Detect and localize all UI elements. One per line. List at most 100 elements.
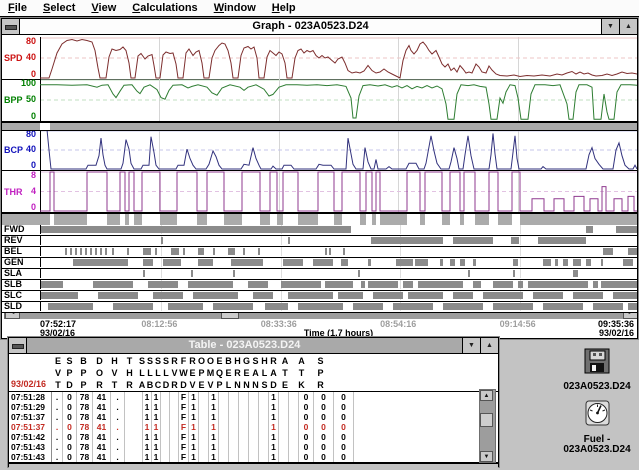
fuel-gauge-icon [583, 400, 611, 432]
maximize-icon[interactable]: ▲ [619, 19, 637, 34]
row-cell: 78 [77, 432, 93, 442]
row-time: 07:51:37 [9, 412, 52, 422]
menu-bar: File Select View Calculations Window Help [0, 0, 639, 18]
row-cell: 41 [93, 432, 111, 442]
row-cell [279, 432, 289, 442]
row-cell [229, 452, 239, 462]
table-row[interactable]: 07:51:37. 0 78 41. 1 1 F 1 1 1 0 0 0 [9, 422, 498, 432]
row-cell: 41 [93, 392, 111, 402]
row-cell [219, 402, 229, 412]
track-label: SPD [4, 53, 23, 63]
row-cell: F [179, 422, 189, 432]
digital-row-sla: SLA [2, 269, 637, 280]
column-header-hrn: HRN [234, 356, 241, 390]
row-cell [170, 442, 179, 452]
row-cell [125, 412, 143, 422]
row-cell: 0 [299, 432, 314, 442]
minimize-icon[interactable]: ▼ [601, 19, 619, 34]
table-row[interactable]: 07:51:37. 0 78 41. 1 1 F 1 1 1 0 0 0 [9, 412, 498, 422]
row-cell: 1 [269, 452, 279, 462]
row-cell: 1 [209, 402, 219, 412]
menu-item-file[interactable]: File [0, 2, 35, 14]
row-cell [249, 452, 259, 462]
row-cell [229, 402, 239, 412]
row-cell: 0 [334, 412, 354, 422]
table-row[interactable]: 07:51:28. 0 78 41. 1 1 F 1 1 1 0 0 0 [9, 392, 498, 402]
row-cell: 1 [209, 442, 219, 452]
table-header-date: 93/02/16 [11, 379, 47, 389]
row-cell [219, 412, 229, 422]
icon-fuel-file[interactable]: Fuel - 023A0523.D24 [557, 400, 637, 455]
row-cell [259, 392, 269, 402]
digital-row-slb: SLB [2, 280, 637, 291]
row-cell: F [179, 412, 189, 422]
menu-item-help[interactable]: Help [264, 2, 304, 14]
table-row[interactable]: 07:51:42. 0 78 41. 1 1 F 1 1 1 0 0 0 [9, 432, 498, 442]
table-window-title: Table - 023A0523.D24 [188, 339, 301, 351]
row-cell: 0 [334, 442, 354, 452]
row-cell: 1 [143, 432, 152, 442]
row-cell [239, 392, 249, 402]
row-cell [170, 432, 179, 442]
menu-item-calculations[interactable]: Calculations [124, 2, 205, 14]
row-cell: 78 [77, 452, 93, 462]
digital-row-label: BEL [4, 246, 22, 256]
digital-strips: FWD REV BEL GEN SLA SLB SLC SLD [2, 225, 637, 313]
column-header-hls: HLS [261, 356, 268, 390]
row-cell: . [111, 392, 125, 402]
graph-window-title: Graph - 023A0523.D24 [252, 20, 369, 32]
row-cell: 0 [314, 402, 334, 412]
row-cell [229, 392, 239, 402]
table-row[interactable]: 07:51:43. 0 78 41. 1 1 F 1 1 1 0 0 0 [9, 442, 498, 452]
row-cell [125, 432, 143, 442]
row-cell [279, 412, 289, 422]
row-cell: F [179, 442, 189, 452]
column-header-slc: SLC [154, 356, 162, 390]
row-cell: 1 [189, 412, 199, 422]
row-cell [199, 412, 209, 422]
row-cell [289, 412, 299, 422]
row-cell [239, 452, 249, 462]
row-cell: . [52, 412, 63, 422]
graph-titlebar: Graph - 023A0523.D24 ▼ ▲ [2, 19, 637, 35]
row-cell [161, 452, 170, 462]
menu-item-select[interactable]: Select [35, 2, 83, 14]
row-cell [199, 422, 209, 432]
row-cell [170, 452, 179, 462]
scrollbar-thumb[interactable] [480, 413, 493, 427]
row-cell [161, 412, 170, 422]
row-cell [125, 422, 143, 432]
row-cell [249, 392, 259, 402]
row-cell: . [111, 412, 125, 422]
row-time: 07:51:37 [9, 422, 52, 432]
row-cell: 0 [63, 422, 77, 432]
row-cell: 1 [152, 442, 161, 452]
track-spd: 80 40 0 SPD [2, 37, 637, 80]
row-cell [125, 442, 143, 452]
control-menu-icon[interactable] [2, 19, 20, 34]
column-header-ope: OPE [197, 356, 205, 390]
table-row[interactable]: 07:51:43. 0 78 41. 1 1 F 1 1 1 0 0 0 [9, 452, 498, 462]
row-cell: 0 [299, 402, 314, 412]
minimize-icon[interactable]: ▼ [462, 338, 480, 353]
scroll-down-icon[interactable]: ▼ [480, 451, 493, 462]
scroll-up-icon[interactable]: ▲ [480, 390, 493, 401]
row-cell [249, 422, 259, 432]
menu-item-view[interactable]: View [83, 2, 124, 14]
graph-client-area: ◄ ► 07:52:17 93/02/16 09:35:36 93/02/16 … [2, 35, 637, 337]
menu-item-window[interactable]: Window [206, 2, 264, 14]
row-cell [239, 402, 249, 412]
row-cell: 1 [143, 402, 152, 412]
row-cell [161, 402, 170, 412]
row-cell [239, 442, 249, 452]
row-cell [125, 452, 143, 462]
axis-mid-time: 08:54:16 [380, 319, 417, 329]
maximize-icon[interactable]: ▲ [480, 338, 498, 353]
icon-data-file[interactable]: 023A0523.D24 [557, 348, 637, 392]
axis-title: Time (1.7 hours) [303, 328, 374, 337]
row-cell: 1 [152, 432, 161, 442]
row-cell: 1 [143, 442, 152, 452]
table-vertical-scrollbar[interactable]: ▲ ▼ [479, 389, 496, 463]
table-row[interactable]: 07:51:29. 0 78 41. 1 1 F 1 1 1 0 0 0 [9, 402, 498, 412]
control-menu-icon[interactable] [9, 338, 27, 353]
